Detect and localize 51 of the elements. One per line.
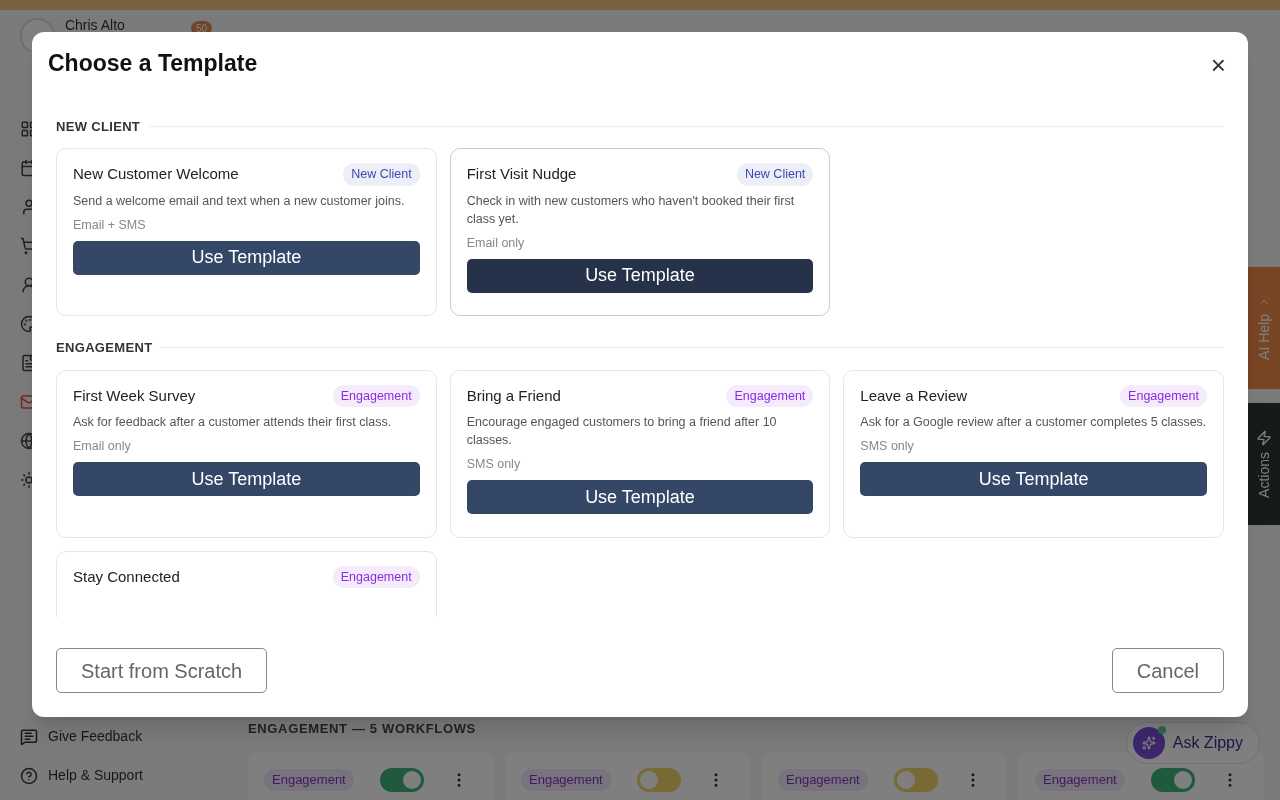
assistant-button[interactable]: Ask Zippy — [1125, 722, 1260, 764]
channel-info: Email only — [73, 438, 132, 456]
template-description: Encourage engaged customers to bring a friend after 10 classes. — [466, 414, 778, 450]
toggle-switch[interactable] — [636, 768, 681, 792]
tag: Engagement — [1120, 384, 1207, 408]
toggle-switch[interactable] — [1150, 768, 1195, 792]
template-description: Ask for feedback after a customer attends their first class. — [73, 414, 393, 432]
tag: New Client — [736, 163, 814, 186]
use-template-button[interactable]: Use Template — [860, 462, 1207, 496]
toggle-switch[interactable] — [379, 768, 424, 792]
tag: Engagement — [264, 769, 354, 791]
use-template-button[interactable]: Use Template — [73, 462, 420, 496]
toggle-switch[interactable] — [893, 768, 938, 792]
lightning-icon — [1256, 430, 1272, 447]
close-button[interactable]: × — [1210, 52, 1226, 79]
section-heading: NEW CLIENT — [56, 117, 141, 136]
template-name: First Week Survey — [73, 385, 196, 406]
side-tab[interactable]: Actions — [1248, 403, 1280, 525]
tag: Engagement — [332, 565, 420, 589]
channel-info: SMS only — [466, 456, 522, 474]
template-description: Send a welcome email and text when a new customer joins. — [73, 192, 406, 210]
tag: Engagement — [778, 769, 868, 791]
tag: New Client — [343, 163, 420, 186]
sidebar-link[interactable]: Help & Support — [20, 765, 212, 786]
tag: Engagement — [1035, 769, 1125, 791]
template-description: Ask for a Google review after a customer completes 5 classes. — [860, 414, 1207, 432]
chat-icon — [20, 727, 38, 746]
template-name: New Customer Welcome — [73, 164, 239, 184]
tag: Engagement — [726, 384, 814, 408]
tag: Engagement — [332, 384, 420, 408]
cancel-button[interactable]: Cancel — [1111, 648, 1224, 693]
use-template-button[interactable]: Use Template — [73, 240, 420, 275]
help-icon — [20, 766, 38, 785]
start-from-scratch-button[interactable]: Start from Scratch — [56, 648, 268, 693]
sidebar-link[interactable]: Give Feedback — [20, 726, 212, 747]
dialog-title: Choose a Template — [48, 49, 258, 78]
channel-info: SMS only — [860, 438, 915, 456]
sparkle-icon — [1141, 736, 1156, 750]
use-template-button[interactable]: Use Template — [466, 480, 814, 514]
template-name: First Visit Nudge — [466, 164, 577, 184]
tag: Engagement — [521, 769, 611, 791]
template-name: Stay Connected — [73, 566, 180, 587]
section-heading: ENGAGEMENT — 5 WORKFLOWS — [248, 719, 477, 738]
template-description: Check in with new customers who haven't booked their first class yet. — [466, 192, 796, 228]
template-name: Leave a Review — [860, 385, 968, 406]
user-name: Chris Alto — [64, 17, 125, 33]
section-heading: ENGAGEMENT — [56, 339, 153, 357]
channel-info: Email + SMS — [73, 216, 147, 234]
use-template-button[interactable]: Use Template — [466, 258, 814, 293]
channel-info: Email only — [466, 234, 526, 252]
template-name: Bring a Friend — [466, 385, 561, 406]
